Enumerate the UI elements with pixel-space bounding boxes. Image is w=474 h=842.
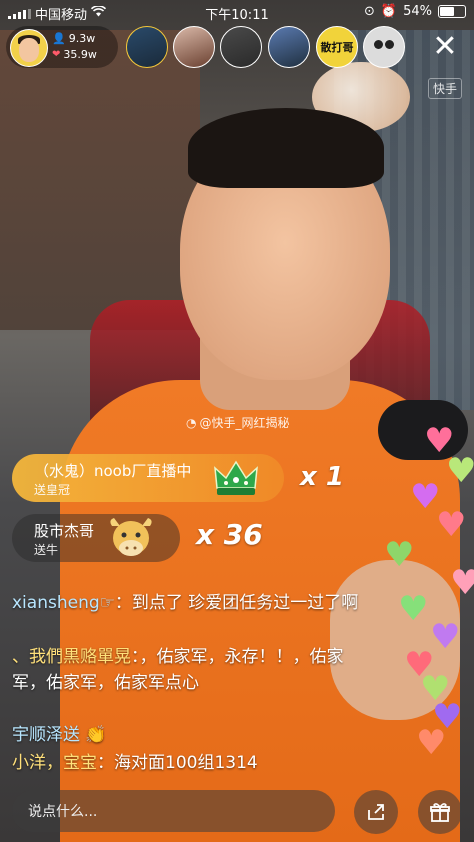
platform-tag: 快手 <box>428 78 463 99</box>
watermark: ◔ @快手_网红揭秘 <box>186 414 290 431</box>
battery-percent: 54% <box>403 4 432 19</box>
share-icon <box>368 804 384 820</box>
chat-username: 小洋，宝宝 <box>12 753 97 773</box>
chat-message: 小洋，宝宝：海对面100组1314 <box>12 750 372 776</box>
chat-username-suffix: ☞ <box>99 593 115 613</box>
heart-icon: ♥ <box>398 589 429 629</box>
gift-icon <box>430 803 450 822</box>
heart-icon: ♥ <box>436 505 467 545</box>
gift-button[interactable] <box>418 790 462 834</box>
comment-placeholder: 说点什么... <box>28 804 98 820</box>
viewer-avatar[interactable] <box>363 26 405 68</box>
status-bar: 中国移动 下午10:11 ⊙ ⏰ 54% <box>0 0 474 24</box>
chat-message: 、我們黒赂單晃：，佑家军，永存！！，佑家军，佑家军，佑家军点心 <box>12 644 372 696</box>
heart-icon: ♥ <box>430 617 461 657</box>
viewer-count-value: 9.3w <box>68 32 96 45</box>
gift-sender: 股市杰哥 <box>34 522 95 540</box>
viewer-avatar[interactable] <box>220 26 262 68</box>
heart-icon: ♥ <box>446 451 474 491</box>
watermark-text: @快手_网红揭秘 <box>199 416 290 430</box>
chat-text: ：海对面100组1314 <box>97 753 258 773</box>
comment-input[interactable]: 说点什么... <box>12 790 335 832</box>
gift-multiplier: x 36 <box>196 518 263 551</box>
gift-multiplier: x 1 <box>300 462 344 492</box>
share-button[interactable] <box>354 790 398 834</box>
gift-sender: （水鬼）noob厂直播中 <box>34 462 192 480</box>
viewer-avatar[interactable] <box>173 26 215 68</box>
viewer-avatar[interactable]: 散打哥 <box>316 26 358 68</box>
host-avatar[interactable] <box>10 29 48 67</box>
rotation-lock-icon: ⊙ <box>364 4 375 19</box>
heart-icon: ❤ <box>52 49 61 60</box>
like-count: ❤ 35.9w <box>52 48 97 61</box>
heart-icon: ♥ <box>384 535 415 575</box>
viewer-avatar[interactable] <box>268 26 310 68</box>
battery-icon <box>438 5 466 18</box>
cow-icon <box>110 518 152 556</box>
weibo-icon: ◔ <box>186 415 197 430</box>
person-icon: 👤 <box>52 32 66 45</box>
chat-message: xiansheng☞：到点了 珍爱团任务过一过了啊 <box>12 590 372 616</box>
viewer-count: 👤 9.3w <box>52 32 95 45</box>
chat-username: xiansheng <box>12 593 100 613</box>
host-card[interactable]: 👤 9.3w ❤ 35.9w <box>6 26 118 68</box>
alarm-icon: ⏰ <box>380 4 398 19</box>
chat-username: 、我們黒赂單晃 <box>12 647 131 667</box>
like-count-value: 35.9w <box>63 48 97 61</box>
chat-username: 宇顺泽送 <box>12 725 80 745</box>
crown-icon <box>214 460 258 495</box>
gift-action: 送皇冠 <box>34 483 71 497</box>
close-icon[interactable]: ✕ <box>428 30 462 64</box>
room-wall <box>0 30 200 330</box>
heart-icon: ♥ <box>450 563 474 603</box>
chat-text: ：到点了 珍爱团任务过一过了啊 <box>114 593 359 613</box>
viewer-avatar[interactable] <box>126 26 168 68</box>
streamer-hair <box>188 108 384 188</box>
viewer-avatar-label: 散打哥 <box>320 41 354 54</box>
gift-action: 送牛 <box>34 543 59 557</box>
clap-icon: 👏 <box>80 725 107 745</box>
heart-icon: ♥ <box>416 723 447 763</box>
chat-message: 宇顺泽送 👏 <box>12 722 372 748</box>
